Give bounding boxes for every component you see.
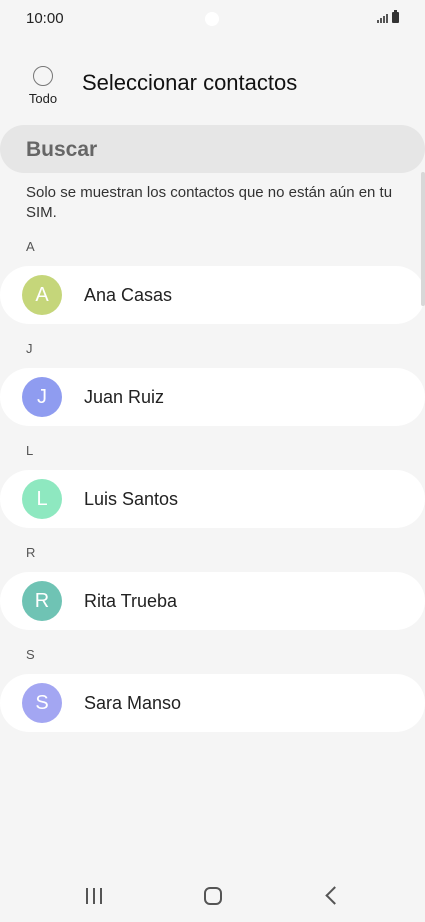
- contact-row[interactable]: R Rita Trueba: [0, 572, 425, 630]
- contact-name: Juan Ruiz: [84, 387, 165, 407]
- contact-row[interactable]: S Sara Manso: [0, 674, 425, 732]
- select-all-radio-icon[interactable]: [33, 66, 53, 86]
- select-all-checkbox[interactable]: Todo: [26, 66, 60, 106]
- avatar: A: [22, 275, 62, 315]
- battery-icon: [392, 10, 399, 23]
- avatar: L: [22, 479, 62, 519]
- avatar: R: [22, 581, 62, 621]
- contact-name: Ana Casas: [84, 285, 173, 305]
- page-title: Seleccionar contactos: [82, 70, 298, 95]
- contact-name: Luis Santos: [84, 489, 179, 509]
- section-letter: S: [26, 647, 35, 662]
- info-text: Solo se muestran los contactos que no es…: [26, 184, 393, 221]
- contact-row[interactable]: L Luis Santos: [0, 470, 425, 528]
- section-letter: L: [26, 443, 34, 458]
- select-all-label: Todo: [28, 91, 58, 106]
- home-icon[interactable]: [204, 887, 222, 905]
- contact-row[interactable]: A Ana Casas: [0, 266, 425, 324]
- scrollbar[interactable]: [421, 172, 425, 306]
- signal-icon: [377, 13, 388, 23]
- contact-name: Rita Trueba: [84, 591, 178, 611]
- front-camera: [205, 12, 219, 26]
- status-time: 10:00: [26, 10, 64, 27]
- search-input[interactable]: Buscar: [0, 125, 425, 173]
- back-icon[interactable]: [325, 886, 344, 905]
- section-letter: A: [26, 239, 35, 254]
- navigation-bar: [0, 876, 425, 916]
- status-bar: 10:00: [0, 0, 425, 36]
- contact-row[interactable]: J Juan Ruiz: [0, 368, 425, 426]
- search-label: Buscar: [26, 138, 98, 161]
- contact-name: Sara Manso: [84, 693, 182, 713]
- header: Todo Seleccionar contactos: [0, 62, 425, 112]
- avatar: S: [22, 683, 62, 723]
- avatar: J: [22, 377, 62, 417]
- section-letter: R: [26, 545, 36, 560]
- recent-apps-icon[interactable]: [86, 888, 102, 904]
- section-letter: J: [26, 341, 33, 356]
- status-icons: [377, 10, 399, 23]
